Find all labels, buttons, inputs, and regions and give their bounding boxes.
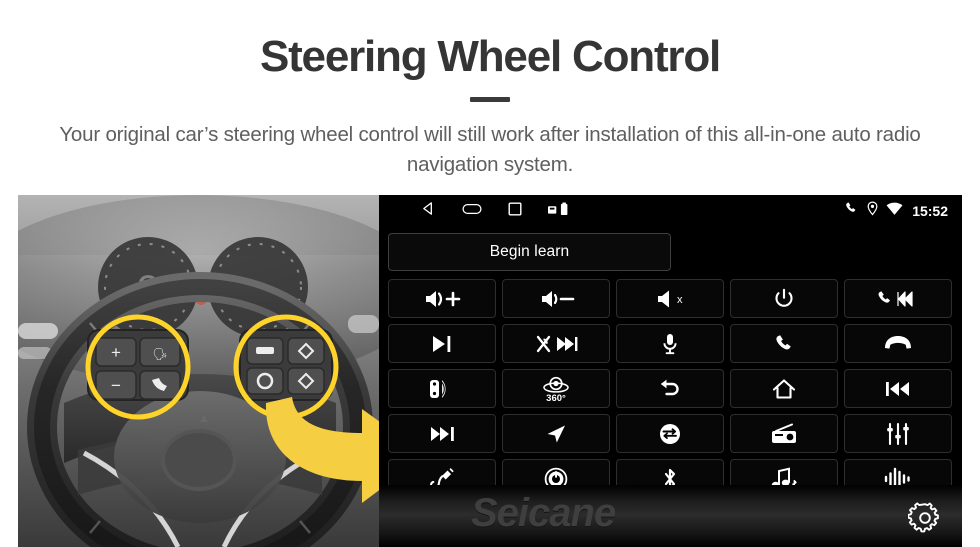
swc-volume-down-button[interactable] xyxy=(502,279,610,318)
begin-learn-button[interactable]: Begin learn xyxy=(388,233,671,271)
wifi-icon xyxy=(886,202,903,221)
phone-icon xyxy=(844,201,859,221)
swc-parking-radar-button[interactable] xyxy=(388,369,496,408)
swc-volume-up-button[interactable] xyxy=(388,279,496,318)
swc-camera-360-button[interactable]: 360° xyxy=(502,369,610,408)
swc-previous-track-button[interactable] xyxy=(844,369,952,408)
left-button-cluster: + − 🗣 xyxy=(87,329,189,401)
page-root: Steering Wheel Control Your original car… xyxy=(0,0,980,547)
svg-text:x: x xyxy=(677,294,683,306)
swc-equalizer-button[interactable] xyxy=(844,414,952,453)
swc-play-pause-button[interactable] xyxy=(388,324,496,363)
svg-text:+: + xyxy=(111,343,121,362)
swc-home-button[interactable] xyxy=(730,369,838,408)
swc-call-hangup-button[interactable] xyxy=(844,324,952,363)
swc-mute-button[interactable]: x xyxy=(616,279,724,318)
status-time: 15:52 xyxy=(912,203,948,219)
svg-text:▲: ▲ xyxy=(198,410,211,425)
head-unit-screen: 15:52 Begin learn x 360° Seicane xyxy=(379,195,962,547)
page-subtitle: Your original car’s steering wheel contr… xyxy=(59,123,921,177)
content-area: 2 ▲ + − 🗣 15:52 Begin learn x 360° Seica… xyxy=(0,195,980,547)
android-status-bar: 15:52 xyxy=(379,195,962,227)
recents-square-icon[interactable] xyxy=(508,202,522,221)
swc-call-answer-button[interactable] xyxy=(730,324,838,363)
watermark-band: Seicane xyxy=(379,485,962,547)
page-title: Steering Wheel Control xyxy=(259,32,721,81)
swc-radio-button[interactable] xyxy=(730,414,838,453)
svg-text:−: − xyxy=(111,376,121,395)
sdcard-icon xyxy=(548,202,572,221)
right-button-cluster xyxy=(239,329,333,401)
svg-text:🗣: 🗣 xyxy=(152,347,167,361)
title-divider xyxy=(470,97,510,103)
swc-mute-next-button[interactable] xyxy=(502,324,610,363)
swc-navigation-button[interactable] xyxy=(502,414,610,453)
back-triangle-icon[interactable] xyxy=(421,201,436,221)
steering-wheel-photo: 2 ▲ + − 🗣 xyxy=(18,195,379,547)
swc-back-button[interactable] xyxy=(616,369,724,408)
swc-button-grid: x 360° xyxy=(388,279,954,498)
home-oval-icon[interactable] xyxy=(462,202,482,221)
camera-360-label: 360° xyxy=(546,393,566,404)
header: Steering Wheel Control Your original car… xyxy=(0,0,980,192)
swc-phone-previous-button[interactable] xyxy=(844,279,952,318)
location-pin-icon xyxy=(866,201,879,221)
swc-next-track-button[interactable] xyxy=(388,414,496,453)
swc-source-switch-button[interactable] xyxy=(616,414,724,453)
swc-power-button[interactable] xyxy=(730,279,838,318)
seicane-watermark: Seicane xyxy=(471,491,616,535)
gear-icon[interactable] xyxy=(906,499,944,537)
swc-microphone-button[interactable] xyxy=(616,324,724,363)
